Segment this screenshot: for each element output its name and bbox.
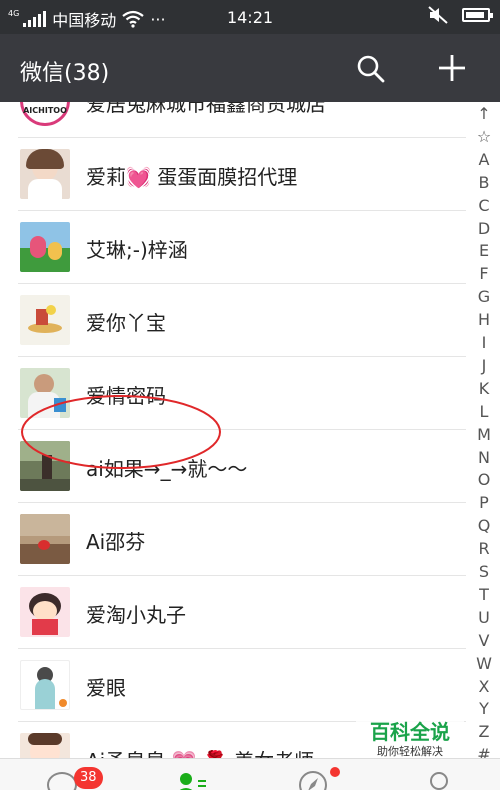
contact-item[interactable]: 爱莉💓 蛋蛋面膜招代理 <box>0 138 466 211</box>
index-letter[interactable]: J <box>470 356 498 375</box>
contact-name: 爱你丫宝 <box>86 311 166 335</box>
contact-name: Ai邵芬 <box>86 530 146 554</box>
index-letter[interactable]: W <box>470 654 498 673</box>
alphabet-index[interactable]: ↑ ☆ A B C D E F G H I J K L M N O P Q R S T U V W X Y Z # <box>470 102 500 764</box>
index-letter[interactable]: S <box>470 562 498 581</box>
avatar: AICHITOO <box>20 102 70 126</box>
index-letter[interactable]: A <box>470 150 498 169</box>
index-letter[interactable]: R <box>470 539 498 558</box>
index-letter[interactable]: E <box>470 241 498 260</box>
index-letter[interactable]: T <box>470 585 498 604</box>
index-letter[interactable]: O <box>470 470 498 489</box>
contact-item[interactable]: 艾琳;-)梓涵 <box>0 211 466 284</box>
page-title: 微信(38) <box>20 61 110 86</box>
status-right <box>428 6 493 24</box>
index-letter[interactable]: U <box>470 608 498 627</box>
index-letter[interactable]: K <box>470 379 498 398</box>
status-bar: 4G 中国移动 ··· 14:21 <box>0 0 500 34</box>
index-letter[interactable]: N <box>470 448 498 467</box>
bottom-nav: 38 <box>0 758 500 790</box>
index-letter[interactable]: G <box>470 287 498 306</box>
index-letter[interactable]: H <box>470 310 498 329</box>
index-letter[interactable]: ☆ <box>470 127 498 146</box>
avatar <box>20 733 70 758</box>
contact-item[interactable]: 爱眼 <box>0 649 466 722</box>
index-letter[interactable]: Y <box>470 699 498 718</box>
unread-badge: 38 <box>74 767 103 789</box>
index-letter[interactable]: C <box>470 196 498 215</box>
plus-icon[interactable] <box>436 52 468 84</box>
watermark-subtitle: 助你轻松解决 <box>377 745 443 758</box>
index-letter[interactable]: B <box>470 173 498 192</box>
battery-icon <box>462 8 493 22</box>
index-letter[interactable]: ↑ <box>470 104 498 123</box>
compass-icon[interactable] <box>296 769 330 790</box>
index-letter[interactable]: M <box>470 425 498 444</box>
avatar <box>20 149 70 199</box>
avatar <box>20 295 70 345</box>
index-letter[interactable]: L <box>470 402 498 421</box>
contact-name: 爱淘小丸子 <box>86 603 186 627</box>
person-icon[interactable] <box>422 769 456 790</box>
contact-item[interactable]: Ai邵芬 <box>0 503 466 576</box>
search-icon[interactable] <box>356 54 386 84</box>
index-letter[interactable]: V <box>470 631 498 650</box>
contacts-icon[interactable] <box>174 769 208 790</box>
contact-name: 爱莉💓 蛋蛋面膜招代理 <box>86 165 298 189</box>
contact-item[interactable]: AICHITOO 爱居兔麻城市福鑫商贸城店 <box>0 102 466 138</box>
index-letter[interactable]: I <box>470 333 498 352</box>
contact-name: 艾琳;-)梓涵 <box>86 238 188 262</box>
contact-name: 爱眼 <box>86 676 126 700</box>
contact-name: Ai予皂皂 💗 🌹 姜女老师 <box>86 745 314 758</box>
contact-item[interactable]: 爱你丫宝 <box>0 284 466 357</box>
watermark: 百科全说 助你轻松解决 <box>356 716 464 758</box>
index-letter[interactable]: X <box>470 677 498 696</box>
avatar <box>20 587 70 637</box>
avatar-logo-text: AICHITOO <box>23 106 67 115</box>
highlight-circle <box>21 395 221 469</box>
title-bar: 微信(38) <box>0 34 500 102</box>
contact-list: AICHITOO 爱居兔麻城市福鑫商贸城店 爱莉💓 蛋蛋面膜招代理 艾琳;-)梓… <box>0 102 466 758</box>
avatar <box>20 222 70 272</box>
contact-item[interactable]: 爱淘小丸子 <box>0 576 466 649</box>
index-letter[interactable]: P <box>470 493 498 512</box>
index-letter[interactable]: Z <box>470 722 498 741</box>
index-letter[interactable]: Q <box>470 516 498 535</box>
index-letter[interactable]: F <box>470 264 498 283</box>
status-time: 14:21 <box>226 8 274 27</box>
avatar <box>20 660 70 710</box>
avatar <box>20 514 70 564</box>
index-letter[interactable]: D <box>470 219 498 238</box>
watermark-title: 百科全说 <box>370 720 450 744</box>
discover-red-dot <box>330 767 340 777</box>
contact-name: 爱居兔麻城市福鑫商贸城店 <box>86 102 326 116</box>
mute-icon <box>428 6 448 24</box>
